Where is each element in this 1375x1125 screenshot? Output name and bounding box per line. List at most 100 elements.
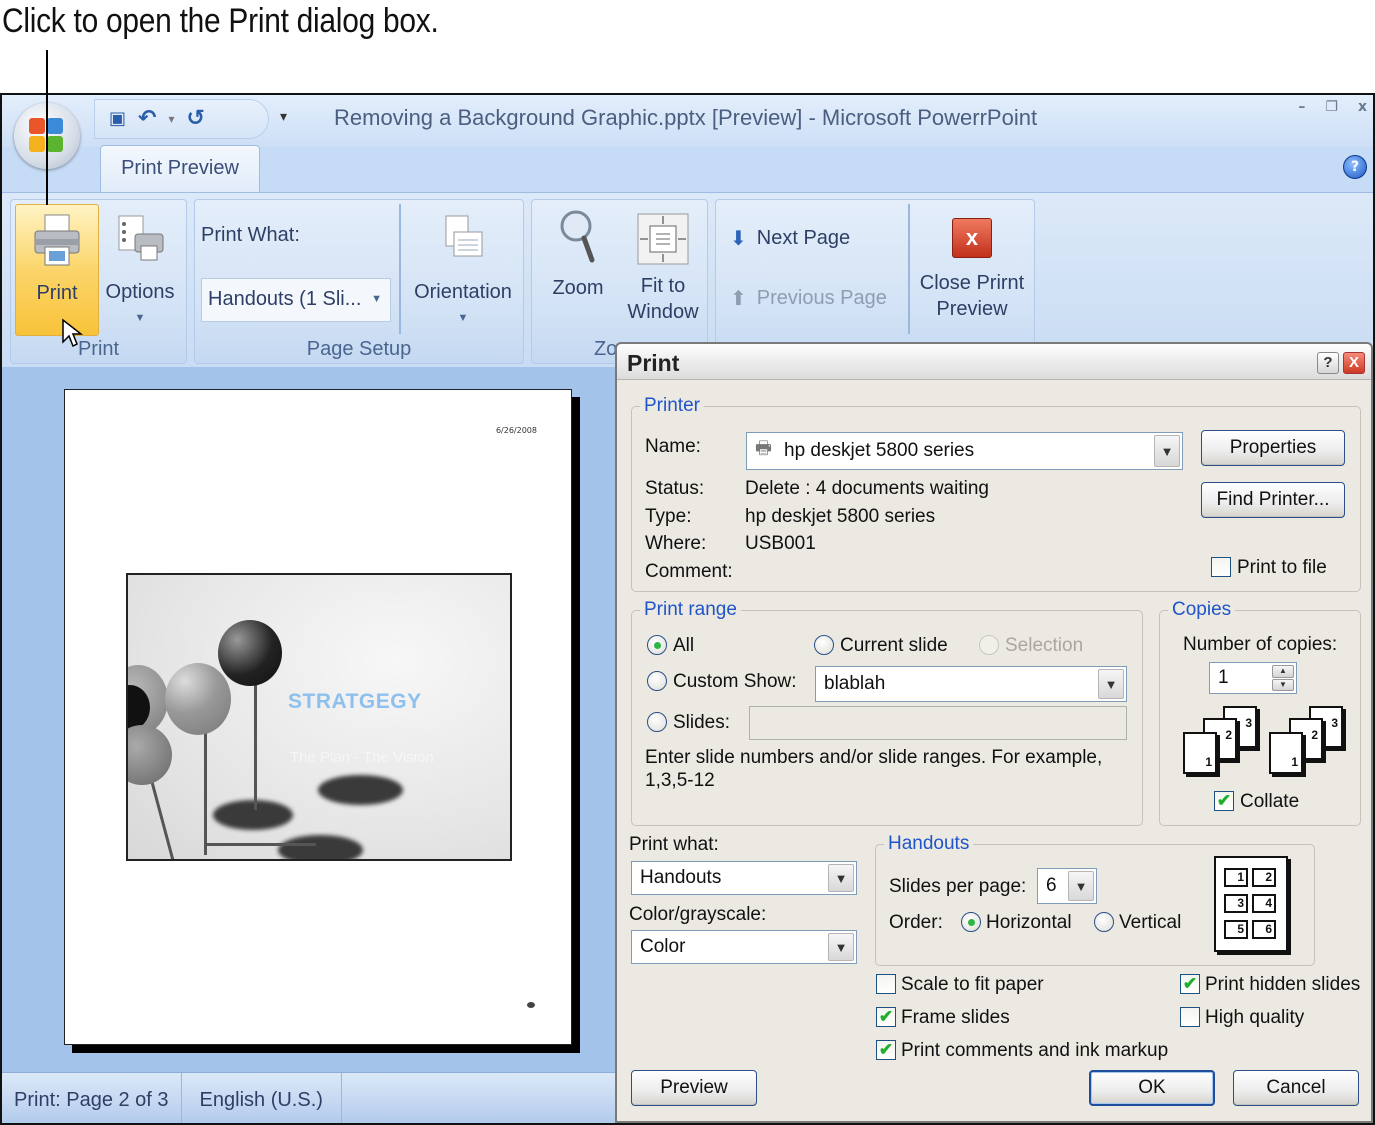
pin-stick <box>204 720 207 855</box>
range-slides-radio[interactable] <box>647 712 667 732</box>
properties-button[interactable]: Properties <box>1201 430 1345 466</box>
minimize-button[interactable]: – <box>1298 99 1305 115</box>
print-what-label: Print what: <box>629 834 719 855</box>
print-range-legend: Print range <box>640 599 741 621</box>
chevron-down-icon: ▼ <box>1068 871 1094 901</box>
collate-checkbox[interactable]: ✔ <box>1214 791 1234 811</box>
range-all-radio[interactable] <box>647 635 667 655</box>
magnifier-icon <box>560 210 595 263</box>
handout-cell: 4 <box>1252 894 1276 913</box>
status-page: Print: Page 2 of 3 <box>2 1073 182 1123</box>
undo-dropdown-icon[interactable]: ▾ <box>168 113 174 125</box>
high-quality-label: High quality <box>1205 1007 1305 1028</box>
close-print-preview-button[interactable]: x Close Prirnt Preview <box>914 204 1030 336</box>
copies-number-input[interactable]: 1 ▲ ▼ <box>1209 662 1297 694</box>
print-what-select[interactable]: Handouts ▼ <box>631 861 857 895</box>
options-button[interactable]: Options ▼ <box>101 204 179 336</box>
zoom-group: Zoom Fit to Window Zoom <box>531 199 708 364</box>
handout-cell: 3 <box>1224 894 1248 913</box>
range-custom-show-label: Custom Show: <box>673 671 797 692</box>
preview-button[interactable]: Preview <box>631 1070 757 1106</box>
slides-per-page-select[interactable]: 6 ▼ <box>1037 868 1097 904</box>
printer-name-select[interactable]: 🖶 hp deskjet 5800 series ▼ <box>746 432 1183 470</box>
range-slides-label: Slides: <box>673 712 731 733</box>
tab-print-preview[interactable]: Print Preview <box>100 145 260 193</box>
range-current-slide-radio[interactable] <box>814 635 834 655</box>
redo-icon[interactable]: ↺ <box>186 108 204 130</box>
slide-subtitle: The Plan - The Vision <box>290 749 434 766</box>
handout-cell: 2 <box>1252 868 1276 887</box>
slides-per-page-label: Slides per page: <box>889 876 1027 897</box>
previous-page-button[interactable]: ⬆ Previous Page <box>730 286 887 311</box>
chevron-down-icon: ▼ <box>828 864 854 892</box>
print-what-label: Print What: <box>201 224 300 246</box>
fit-to-window-button[interactable]: Fit to Window <box>622 204 704 336</box>
chevron-down-icon: ▼ <box>1098 669 1124 699</box>
print-button[interactable]: Print <box>15 204 99 336</box>
close-window-button[interactable]: x <box>1358 99 1367 115</box>
color-select[interactable]: Color ▼ <box>631 930 857 964</box>
high-quality-checkbox[interactable] <box>1180 1007 1200 1027</box>
copies-number-label: Number of copies: <box>1183 634 1338 655</box>
range-selection-radio[interactable] <box>979 635 999 655</box>
save-icon[interactable]: ▣ <box>109 110 126 128</box>
cancel-button[interactable]: Cancel <box>1233 1070 1359 1106</box>
dialog-help-button[interactable]: ? <box>1317 352 1339 374</box>
spin-up-icon[interactable]: ▲ <box>1272 665 1294 678</box>
printer-name-value: hp deskjet 5800 series <box>784 440 975 461</box>
ok-button[interactable]: OK <box>1089 1070 1215 1106</box>
collate-label: Collate <box>1240 791 1300 812</box>
status-language[interactable]: English (U.S.) <box>182 1073 342 1123</box>
handout-layout-preview: 1 2 3 4 5 6 <box>1214 856 1288 952</box>
next-page-button[interactable]: ⬇ Next Page <box>730 226 850 251</box>
printer-legend: Printer <box>640 395 704 417</box>
custom-show-select[interactable]: blablah ▼ <box>815 666 1127 702</box>
print-what-combo-value: Handouts (1 Sli... <box>208 288 362 310</box>
order-vertical-radio[interactable] <box>1094 912 1114 932</box>
options-icon <box>118 215 164 261</box>
callout-line <box>46 50 48 205</box>
page-setup-group-label: Page Setup <box>306 338 412 360</box>
zoom-button-label: Zoom <box>552 277 604 299</box>
page-date: 6/26/2008 <box>495 426 537 435</box>
print-hidden-slides-label: Print hidden slides <box>1205 974 1361 995</box>
pushpin <box>128 725 172 785</box>
quick-access-toolbar: ▣ ↶ ▾ ↺ <box>94 99 269 139</box>
copies-spinner[interactable]: ▲ ▼ <box>1272 665 1294 691</box>
orientation-button-label: Orientation <box>414 281 512 303</box>
order-horizontal-radio[interactable] <box>961 912 981 932</box>
collate-page-1: 1 <box>1269 732 1303 774</box>
previous-page-label: Previous Page <box>756 287 887 309</box>
print-comments-checkbox[interactable]: ✔ <box>876 1040 896 1060</box>
slides-input[interactable] <box>749 706 1127 740</box>
preview-page: 6/26/2008 STRATGEGY The Plan - The Visio… <box>64 389 572 1045</box>
dialog-close-button[interactable]: X <box>1343 352 1365 374</box>
restore-button[interactable]: ❐ <box>1325 99 1338 115</box>
print-to-file-label: Print to file <box>1237 557 1327 578</box>
fit-to-window-label-2: Window <box>627 301 699 323</box>
ribbon: Print Options ▼ Print Print What: Handou… <box>2 192 1373 367</box>
customize-qat-icon[interactable]: ▾ <box>280 109 287 125</box>
printer-where-label: Where: <box>645 533 707 554</box>
orientation-button[interactable]: Orientation ▼ <box>407 204 519 336</box>
printer-icon: 🖶 <box>755 438 772 458</box>
help-icon[interactable]: ? <box>1343 155 1367 179</box>
printer-status-value: Delete : 4 documents waiting <box>745 478 989 499</box>
find-printer-button[interactable]: Find Printer... <box>1201 482 1345 518</box>
printer-status-label: Status: <box>645 478 705 499</box>
color-value: Color <box>640 936 686 957</box>
spin-down-icon[interactable]: ▼ <box>1272 678 1294 691</box>
slide-thumbnail: STRATGEGY The Plan - The Vision <box>126 573 512 861</box>
print-group-label: Print <box>77 338 120 360</box>
range-custom-show-radio[interactable] <box>647 671 667 691</box>
print-hidden-slides-checkbox[interactable]: ✔ <box>1180 974 1200 994</box>
fit-to-window-label-1: Fit to <box>640 275 686 297</box>
scale-to-fit-checkbox[interactable] <box>876 974 896 994</box>
preview-group: ⬇ Next Page ⬆ Previous Page x Close Prir… <box>715 199 1035 364</box>
print-what-combo[interactable]: Handouts (1 Sli... ▼ <box>201 278 391 322</box>
zoom-button[interactable]: Zoom <box>538 204 618 336</box>
pin-shadow <box>318 775 403 805</box>
undo-icon[interactable]: ↶ <box>138 108 156 130</box>
print-to-file-checkbox[interactable] <box>1211 557 1231 577</box>
frame-slides-checkbox[interactable]: ✔ <box>876 1007 896 1027</box>
